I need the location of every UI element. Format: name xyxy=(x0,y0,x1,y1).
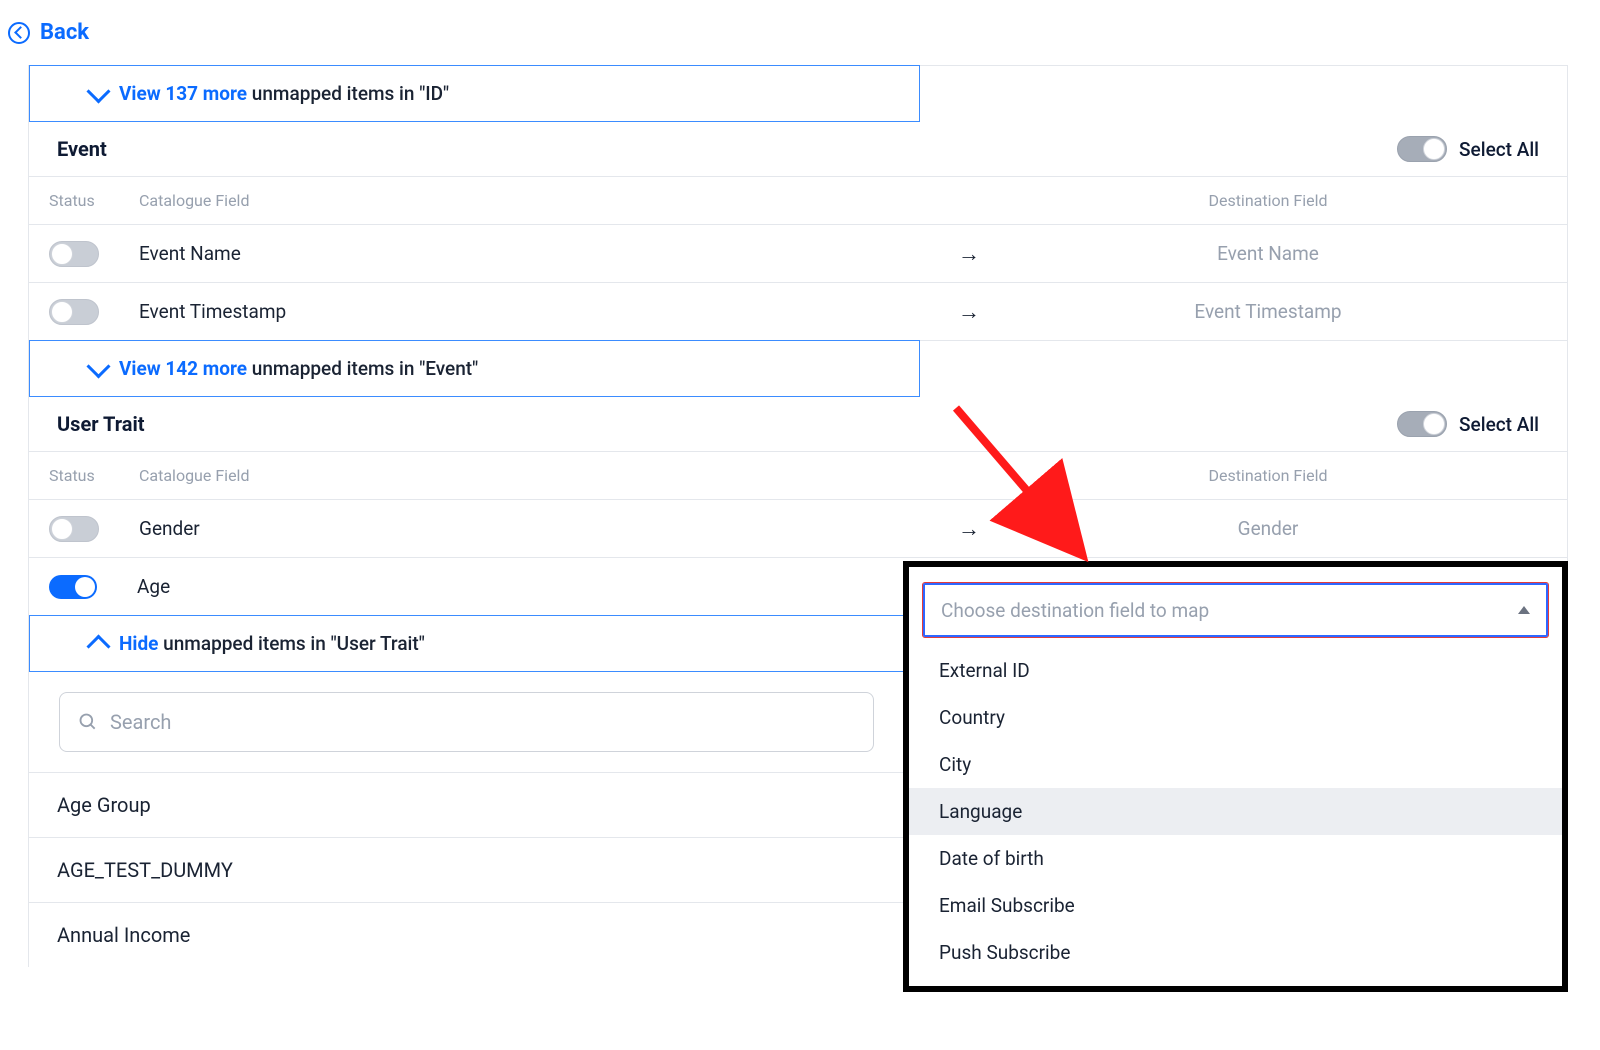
dd-option-label: Country xyxy=(939,706,1005,729)
destination-field-select[interactable]: Choose destination field to map xyxy=(923,583,1548,637)
search-icon xyxy=(78,712,98,732)
dd-option-country[interactable]: Country xyxy=(909,694,1562,741)
list-item-label: Age Group xyxy=(57,793,151,817)
dd-option-label: External ID xyxy=(939,659,1030,682)
col-status: Status xyxy=(49,191,139,210)
event-name-dest: Event Name xyxy=(989,242,1547,265)
dd-option-label: Email Subscribe xyxy=(939,894,1075,917)
expand-event-link: View 142 more xyxy=(119,357,247,380)
event-name-label: Event Name xyxy=(139,242,241,265)
dd-option-external-id[interactable]: External ID xyxy=(909,647,1562,694)
hide-link: Hide xyxy=(119,632,158,655)
back-link[interactable]: Back xyxy=(0,0,1600,65)
back-label: Back xyxy=(40,20,89,45)
event-select-all-toggle[interactable] xyxy=(1397,136,1447,162)
search-input[interactable]: Search xyxy=(59,692,874,752)
event-select-all-label: Select All xyxy=(1459,138,1539,161)
col-catalogue: Catalogue Field xyxy=(139,191,949,210)
dd-option-push-subscribe[interactable]: Push Subscribe xyxy=(909,929,1562,976)
list-item-label: AGE_TEST_DUMMY xyxy=(57,858,233,882)
chevron-down-icon xyxy=(86,79,110,103)
chevron-up-icon xyxy=(86,634,110,658)
destination-dropdown-overlay: Choose destination field to map External… xyxy=(903,561,1568,992)
arrow-right-icon: → xyxy=(949,299,989,325)
user-trait-section-header: User Trait Select All xyxy=(29,397,1567,452)
expand-event-row[interactable]: View 142 more unmapped items in "Event" xyxy=(29,340,920,397)
dd-option-label: Date of birth xyxy=(939,847,1044,870)
gender-toggle[interactable] xyxy=(49,516,99,542)
back-icon xyxy=(8,22,30,44)
col-destination: Destination Field xyxy=(989,466,1547,485)
dd-option-label: Push Subscribe xyxy=(939,941,1070,964)
user-trait-select-all-label: Select All xyxy=(1459,413,1539,436)
event-timestamp-dest: Event Timestamp xyxy=(989,300,1547,323)
event-section-header: Event Select All xyxy=(29,122,1567,177)
hide-rest: unmapped items in "User Trait" xyxy=(158,632,424,655)
expand-id-row[interactable]: View 137 more unmapped items in "ID" xyxy=(29,65,920,122)
table-row: Gender → Gender xyxy=(29,500,1567,558)
table-row: Event Name → Event Name xyxy=(29,225,1567,283)
event-title: Event xyxy=(57,137,107,161)
event-timestamp-label: Event Timestamp xyxy=(139,300,286,323)
dd-option-language[interactable]: Language xyxy=(909,788,1562,835)
gender-dest: Gender xyxy=(989,517,1547,540)
caret-up-icon xyxy=(1518,606,1530,614)
user-trait-select-all-toggle[interactable] xyxy=(1397,411,1447,437)
gender-label: Gender xyxy=(139,517,200,540)
arrow-right-icon: → xyxy=(949,241,989,267)
event-column-headers: Status Catalogue Field Destination Field xyxy=(29,177,1567,225)
expand-id-rest: unmapped items in "ID" xyxy=(247,82,449,105)
table-row: Event Timestamp → Event Timestamp xyxy=(29,283,1567,341)
event-timestamp-toggle[interactable] xyxy=(49,299,99,325)
dd-option-dob[interactable]: Date of birth xyxy=(909,835,1562,882)
col-status: Status xyxy=(49,466,139,485)
dd-option-label: City xyxy=(939,753,971,776)
search-placeholder: Search xyxy=(110,710,171,734)
destination-field-placeholder: Choose destination field to map xyxy=(941,599,1209,622)
list-item-label: Annual Income xyxy=(57,923,190,947)
dd-option-email-subscribe[interactable]: Email Subscribe xyxy=(909,882,1562,929)
col-destination: Destination Field xyxy=(989,191,1547,210)
age-label: Age xyxy=(137,575,170,598)
destination-field-options: External ID Country City Language Date o… xyxy=(909,641,1562,986)
expand-event-rest: unmapped items in "Event" xyxy=(247,357,478,380)
col-catalogue: Catalogue Field xyxy=(139,466,949,485)
event-name-toggle[interactable] xyxy=(49,241,99,267)
age-toggle[interactable] xyxy=(49,575,97,599)
user-trait-column-headers: Status Catalogue Field Destination Field xyxy=(29,452,1567,500)
arrow-right-icon: → xyxy=(949,516,989,542)
expand-id-link: View 137 more xyxy=(119,82,247,105)
dd-option-city[interactable]: City xyxy=(909,741,1562,788)
chevron-down-icon xyxy=(86,354,110,378)
user-trait-title: User Trait xyxy=(57,412,145,436)
dd-option-label: Language xyxy=(939,800,1022,823)
